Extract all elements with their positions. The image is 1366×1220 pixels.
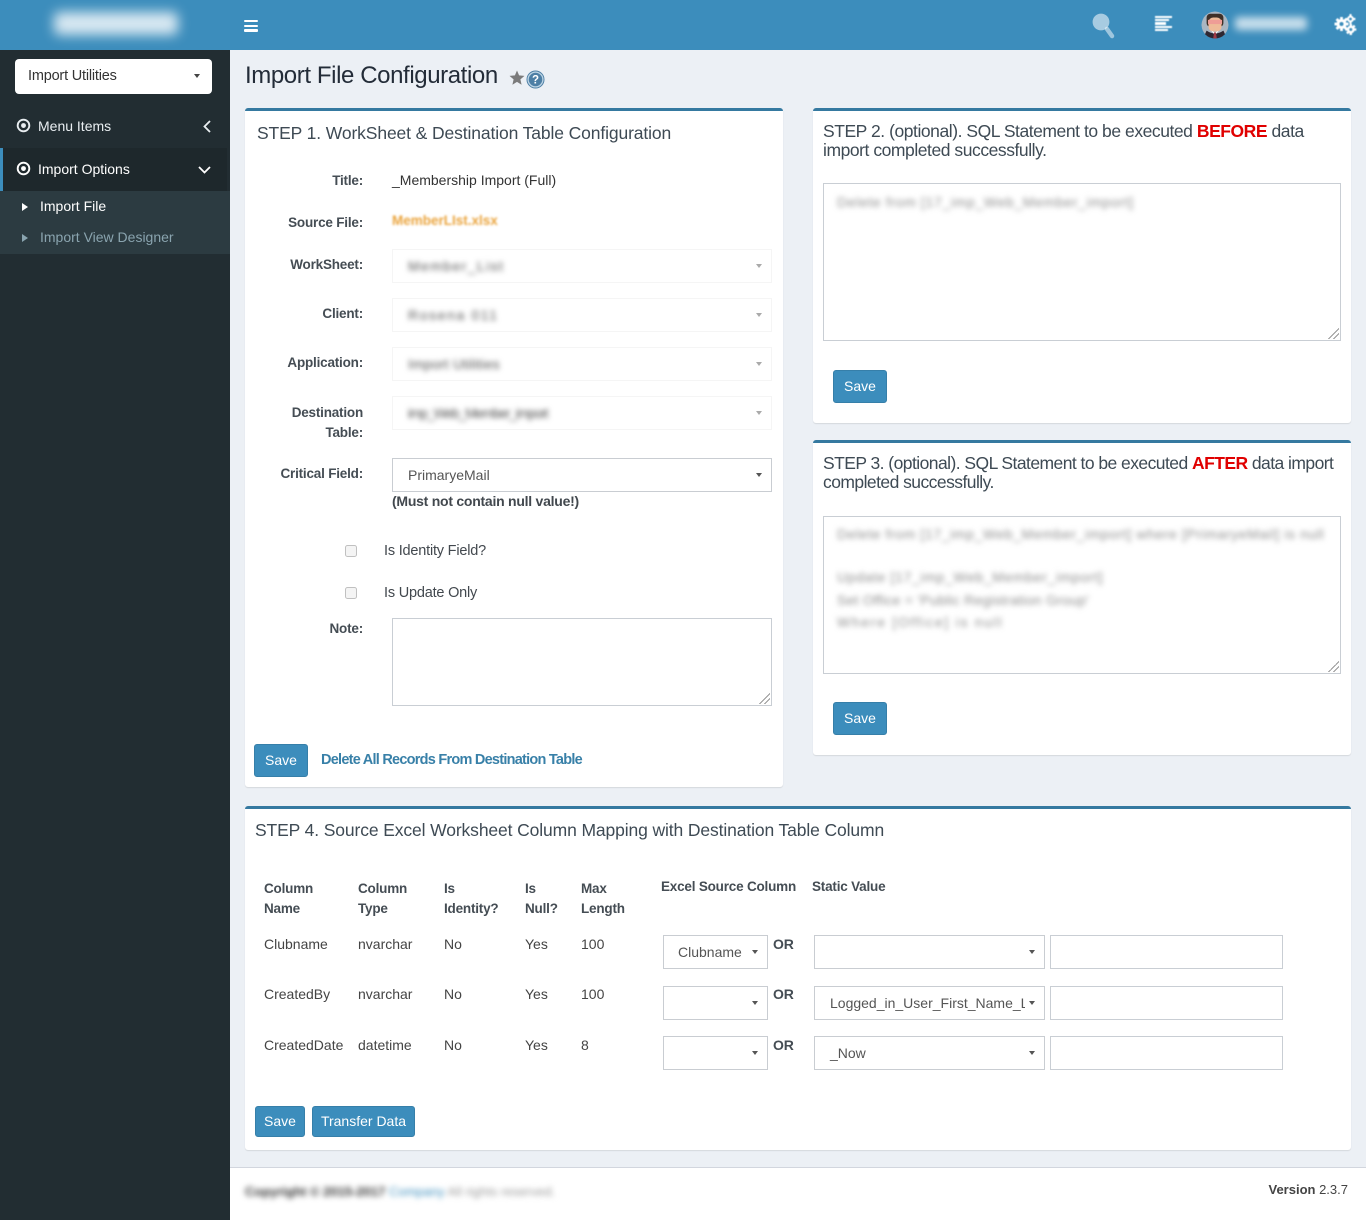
svg-text:?: ? xyxy=(532,75,539,87)
